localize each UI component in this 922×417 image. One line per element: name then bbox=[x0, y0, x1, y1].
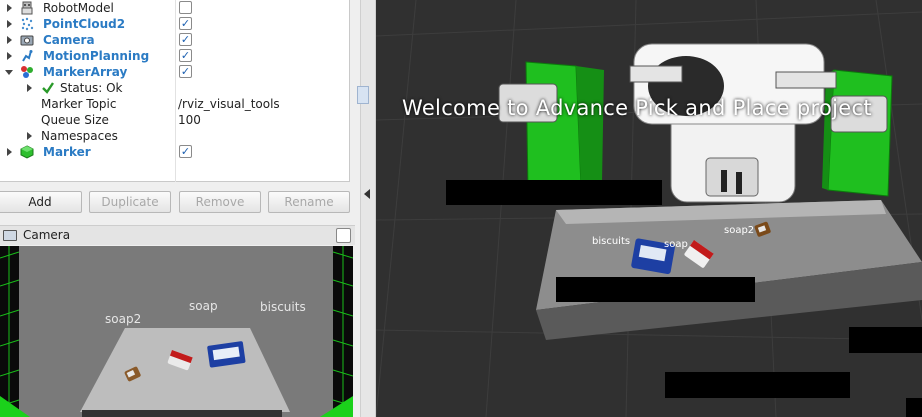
display-name: MarkerArray bbox=[43, 65, 128, 79]
camera-panel-header: Camera bbox=[0, 225, 355, 245]
property-label: Marker Topic bbox=[41, 97, 117, 111]
camera-view[interactable]: soap2 soap biscuits bbox=[0, 246, 353, 417]
namespaces-row[interactable]: Namespaces bbox=[0, 128, 350, 144]
expand-arrow-icon[interactable] bbox=[5, 70, 13, 75]
add-button[interactable]: Add bbox=[0, 191, 82, 213]
status-row[interactable]: Status: Ok bbox=[0, 80, 350, 96]
dock-tab[interactable] bbox=[357, 86, 369, 104]
camera-icon bbox=[20, 33, 34, 47]
marker-icon bbox=[20, 145, 34, 159]
marker-topic-value[interactable]: /rviz_visual_tools bbox=[178, 96, 280, 112]
camera-icon bbox=[3, 230, 17, 241]
rename-button[interactable]: Rename bbox=[268, 191, 350, 213]
display-marker[interactable]: Marker ✓ bbox=[0, 144, 350, 160]
property-label: Queue Size bbox=[41, 113, 109, 127]
enable-checkbox[interactable]: ✓ bbox=[179, 65, 192, 78]
redaction-box bbox=[446, 180, 662, 205]
remove-button[interactable]: Remove bbox=[179, 191, 261, 213]
robot-icon bbox=[20, 1, 34, 15]
queue-size-value[interactable]: 100 bbox=[178, 112, 201, 128]
expand-arrow-icon[interactable] bbox=[27, 132, 32, 140]
redaction-box bbox=[849, 327, 922, 353]
display-robotmodel[interactable]: RobotModel bbox=[0, 0, 350, 16]
display-name: MotionPlanning bbox=[43, 49, 150, 63]
camera-label-soap: soap bbox=[189, 299, 218, 313]
display-pointcloud2[interactable]: PointCloud2 ✓ bbox=[0, 16, 350, 32]
camera-label-biscuits: biscuits bbox=[260, 300, 306, 314]
camera-label-soap2: soap2 bbox=[105, 312, 142, 326]
welcome-text: Welcome to Advance Pick and Place projec… bbox=[402, 96, 872, 120]
marker-topic-row[interactable]: Marker Topic /rviz_visual_tools bbox=[0, 96, 350, 112]
undock-button[interactable] bbox=[336, 228, 351, 243]
expand-arrow-icon[interactable] bbox=[7, 52, 12, 60]
left-dock: RobotModel PointCloud2 ✓ Camera ✓ Motion… bbox=[0, 0, 360, 417]
marker-array-icon bbox=[20, 65, 34, 79]
property-label: Namespaces bbox=[41, 129, 118, 143]
redaction-box bbox=[906, 398, 922, 417]
camera-image bbox=[0, 246, 353, 417]
display-buttons: Add Duplicate Remove Rename bbox=[0, 191, 360, 215]
expand-arrow-icon[interactable] bbox=[27, 84, 32, 92]
display-name: Camera bbox=[43, 33, 95, 47]
pointcloud-icon bbox=[20, 17, 34, 31]
redaction-box bbox=[556, 277, 755, 302]
label-soap: soap bbox=[664, 239, 688, 250]
label-biscuits: biscuits bbox=[592, 236, 631, 247]
status-label: Status: Ok bbox=[60, 81, 123, 95]
redaction-box bbox=[665, 372, 850, 398]
displays-tree: RobotModel PointCloud2 ✓ Camera ✓ Motion… bbox=[0, 0, 350, 182]
display-markerarray[interactable]: MarkerArray ✓ bbox=[0, 64, 350, 80]
expand-arrow-icon[interactable] bbox=[7, 20, 12, 28]
expand-arrow-icon[interactable] bbox=[7, 148, 12, 156]
queue-size-row[interactable]: Queue Size 100 bbox=[0, 112, 350, 128]
enable-checkbox[interactable]: ✓ bbox=[179, 49, 192, 62]
enable-checkbox[interactable] bbox=[179, 1, 192, 14]
display-motionplanning[interactable]: MotionPlanning ✓ bbox=[0, 48, 350, 64]
label-soap2: soap2 bbox=[724, 225, 755, 236]
collapse-arrow-icon[interactable] bbox=[364, 189, 370, 199]
camera-panel-title: Camera bbox=[23, 228, 71, 242]
enable-checkbox[interactable]: ✓ bbox=[179, 145, 192, 158]
enable-checkbox[interactable]: ✓ bbox=[179, 33, 192, 46]
duplicate-button[interactable]: Duplicate bbox=[89, 191, 171, 213]
motion-planning-icon bbox=[20, 49, 34, 63]
display-name: Marker bbox=[43, 145, 91, 159]
enable-checkbox[interactable]: ✓ bbox=[179, 17, 192, 30]
display-name: PointCloud2 bbox=[43, 17, 126, 31]
3d-viewport[interactable]: Welcome to Advance Pick and Place projec… bbox=[376, 0, 922, 417]
expand-arrow-icon[interactable] bbox=[7, 36, 12, 44]
expand-arrow-icon[interactable] bbox=[7, 4, 12, 12]
3d-scene bbox=[376, 0, 922, 417]
dock-splitter[interactable] bbox=[357, 0, 376, 417]
display-camera[interactable]: Camera ✓ bbox=[0, 32, 350, 48]
check-icon bbox=[41, 81, 55, 95]
display-name: RobotModel bbox=[43, 1, 114, 15]
